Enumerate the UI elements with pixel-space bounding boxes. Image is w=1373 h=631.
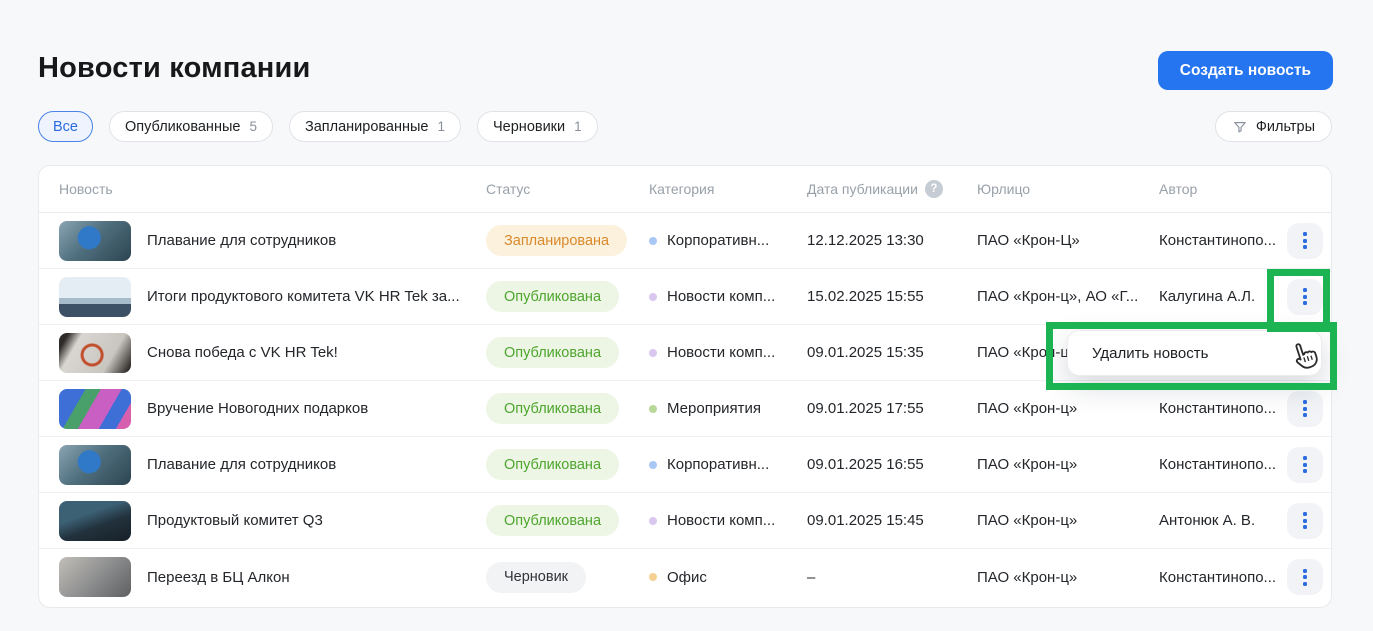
row-actions-button[interactable]: [1287, 559, 1323, 595]
legal-entity: ПАО «Крон-ц»: [977, 569, 1159, 586]
publish-date: 09.01.2025 16:55: [807, 456, 977, 473]
category-label: Корпоративн...: [667, 456, 769, 473]
tab-scheduled[interactable]: Запланированные 1: [289, 111, 461, 142]
column-header-status: Статус: [486, 181, 649, 197]
status-badge: Опубликована: [486, 393, 619, 424]
column-header-category: Категория: [649, 181, 807, 197]
legal-entity: ПАО «Крон-Ц»: [977, 232, 1159, 249]
context-menu: Удалить новость: [1067, 330, 1322, 376]
category-dot: [649, 237, 657, 245]
status-badge: Опубликована: [486, 449, 619, 480]
author: Антонюк А. В.: [1159, 512, 1287, 529]
table-header-row: Новость Статус Категория Дата публикации…: [39, 166, 1331, 213]
publish-date: 12.12.2025 13:30: [807, 232, 977, 249]
category-dot: [649, 573, 657, 581]
author: Константинопо...: [1159, 400, 1287, 417]
publish-date: 09.01.2025 17:55: [807, 400, 977, 417]
column-header-entity: Юрлицо: [977, 181, 1159, 197]
column-header-date-label: Дата публикации: [807, 181, 918, 197]
publish-date: 15.02.2025 15:55: [807, 288, 977, 305]
row-actions-button[interactable]: [1287, 223, 1323, 259]
news-title: Итоги продуктового комитета VK HR Tek за…: [147, 288, 460, 305]
tab-published-count: 5: [249, 119, 257, 134]
publish-date: 09.01.2025 15:45: [807, 512, 977, 529]
news-thumbnail: [59, 277, 131, 317]
author: Константинопо...: [1159, 456, 1287, 473]
funnel-icon: [1232, 119, 1248, 135]
status-badge: Опубликована: [486, 337, 619, 368]
row-actions-button[interactable]: [1287, 447, 1323, 483]
tab-scheduled-count: 1: [438, 119, 446, 134]
legal-entity: ПАО «Крон-ц»: [977, 400, 1159, 417]
tab-scheduled-label: Запланированные: [305, 119, 429, 135]
news-title: Плавание для сотрудников: [147, 232, 336, 249]
legal-entity: ПАО «Крон-ц»: [977, 456, 1159, 473]
row-actions-button[interactable]: [1287, 279, 1323, 315]
table-row[interactable]: Переезд в БЦ Алкон Черновик Офис – ПАО «…: [39, 549, 1331, 605]
news-thumbnail: [59, 221, 131, 261]
filters-button-label: Фильтры: [1256, 119, 1315, 135]
category-label: Мероприятия: [667, 400, 761, 417]
news-title: Вручение Новогодних подарков: [147, 400, 368, 417]
table-row[interactable]: Вручение Новогодних подарков Опубликован…: [39, 381, 1331, 437]
status-badge: Черновик: [486, 562, 586, 593]
table-row[interactable]: Итоги продуктового комитета VK HR Tek за…: [39, 269, 1331, 325]
news-title: Продуктовый комитет Q3: [147, 512, 323, 529]
status-badge: Опубликована: [486, 505, 619, 536]
row-actions-button[interactable]: [1287, 503, 1323, 539]
news-thumbnail: [59, 501, 131, 541]
category-dot: [649, 461, 657, 469]
news-title: Снова победа с VK HR Tek!: [147, 344, 338, 361]
legal-entity: ПАО «Крон-ц»: [977, 512, 1159, 529]
news-thumbnail: [59, 389, 131, 429]
tab-drafts-count: 1: [574, 119, 582, 134]
news-table: Новость Статус Категория Дата публикации…: [38, 165, 1332, 608]
category-dot: [649, 405, 657, 413]
status-badge: Запланирована: [486, 225, 627, 256]
row-actions-button[interactable]: [1287, 391, 1323, 427]
tab-drafts[interactable]: Черновики 1: [477, 111, 598, 142]
publish-date: –: [807, 569, 977, 586]
menu-item-delete-news[interactable]: Удалить новость: [1092, 345, 1208, 362]
author: Калугина А.Л.: [1159, 288, 1287, 305]
news-page: Новости компании Создать новость Все Опу…: [0, 0, 1373, 631]
column-header-author: Автор: [1159, 181, 1287, 197]
author: Константинопо...: [1159, 569, 1287, 586]
news-thumbnail: [59, 445, 131, 485]
page-title: Новости компании: [38, 52, 311, 85]
tab-published[interactable]: Опубликованные 5: [109, 111, 273, 142]
filters-button[interactable]: Фильтры: [1215, 111, 1332, 142]
column-header-date: Дата публикации ?: [807, 180, 977, 198]
create-news-button[interactable]: Создать новость: [1158, 51, 1333, 90]
tab-drafts-label: Черновики: [493, 119, 565, 135]
category-label: Новости комп...: [667, 344, 775, 361]
status-filter-tabs: Все Опубликованные 5 Запланированные 1 Ч…: [38, 111, 598, 142]
publish-date: 09.01.2025 15:35: [807, 344, 977, 361]
category-label: Новости комп...: [667, 288, 775, 305]
table-row[interactable]: Плавание для сотрудников Опубликована Ко…: [39, 437, 1331, 493]
category-dot: [649, 517, 657, 525]
hand-cursor-icon: [1290, 340, 1320, 379]
news-title: Переезд в БЦ Алкон: [147, 569, 290, 586]
category-dot: [649, 349, 657, 357]
column-header-news: Новость: [59, 181, 486, 197]
author: Константинопо...: [1159, 232, 1287, 249]
question-icon[interactable]: ?: [925, 180, 943, 198]
category-label: Офис: [667, 569, 707, 586]
category-label: Новости комп...: [667, 512, 775, 529]
category-label: Корпоративн...: [667, 232, 769, 249]
tab-published-label: Опубликованные: [125, 119, 240, 135]
table-row[interactable]: Продуктовый комитет Q3 Опубликована Ново…: [39, 493, 1331, 549]
legal-entity: ПАО «Крон-ц», АО «Г...: [977, 288, 1159, 305]
category-dot: [649, 293, 657, 301]
news-thumbnail: [59, 333, 131, 373]
news-title: Плавание для сотрудников: [147, 456, 336, 473]
status-badge: Опубликована: [486, 281, 619, 312]
tab-all[interactable]: Все: [38, 111, 93, 142]
tab-all-label: Все: [53, 119, 78, 135]
news-thumbnail: [59, 557, 131, 597]
table-row[interactable]: Плавание для сотрудников Запланирована К…: [39, 213, 1331, 269]
